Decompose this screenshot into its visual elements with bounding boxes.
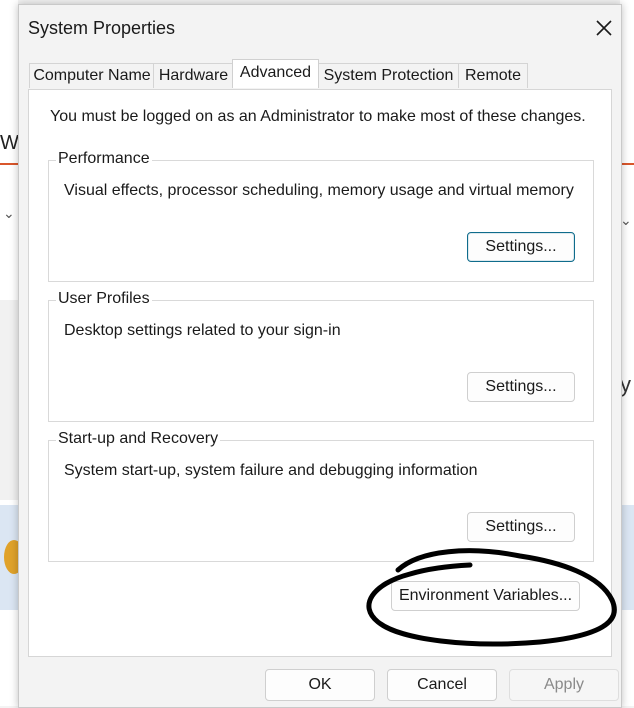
system-properties-dialog: System Properties Computer Name Hardware… <box>18 4 622 708</box>
apply-button: Apply <box>509 669 619 701</box>
tab-remote[interactable]: Remote <box>458 63 528 88</box>
background-band <box>0 300 18 500</box>
background-window-right: ⌄ y <box>620 0 634 706</box>
startup-recovery-settings-button[interactable]: Settings... <box>467 512 575 542</box>
performance-group: Performance Visual effects, processor sc… <box>48 150 594 282</box>
startup-recovery-group: Start-up and Recovery System start-up, s… <box>48 430 594 562</box>
tab-advanced[interactable]: Advanced <box>232 59 319 88</box>
cancel-button[interactable]: Cancel <box>387 669 497 701</box>
group-title: User Profiles <box>56 290 152 308</box>
background-panel <box>620 505 634 610</box>
background-accent-line <box>620 163 634 165</box>
close-icon <box>596 20 612 36</box>
group-description: Desktop settings related to your sign-in <box>64 322 341 339</box>
ok-button[interactable]: OK <box>265 669 375 701</box>
background-text: W <box>0 132 19 154</box>
background-window-left: W ⌄ <box>0 0 24 706</box>
user-profiles-settings-button[interactable]: Settings... <box>467 372 575 402</box>
background-accent-line <box>0 163 18 165</box>
chevron-down-icon: ⌄ <box>3 205 15 221</box>
group-title: Performance <box>56 150 152 168</box>
group-title: Start-up and Recovery <box>56 430 221 448</box>
tab-computer-name[interactable]: Computer Name <box>29 63 155 88</box>
group-description: Visual effects, processor scheduling, me… <box>64 182 574 199</box>
dialog-title: System Properties <box>28 18 176 38</box>
tab-system-protection[interactable]: System Protection <box>317 63 460 88</box>
advanced-tab-panel: You must be logged on as an Administrato… <box>28 89 612 657</box>
environment-variables-button[interactable]: Environment Variables... <box>391 581 580 611</box>
group-description: System start-up, system failure and debu… <box>64 462 478 479</box>
performance-settings-button[interactable]: Settings... <box>467 232 575 262</box>
close-button[interactable] <box>593 17 615 39</box>
admin-notice: You must be logged on as an Administrato… <box>50 108 586 125</box>
user-profiles-group: User Profiles Desktop settings related t… <box>48 290 594 422</box>
tab-hardware[interactable]: Hardware <box>153 63 234 88</box>
